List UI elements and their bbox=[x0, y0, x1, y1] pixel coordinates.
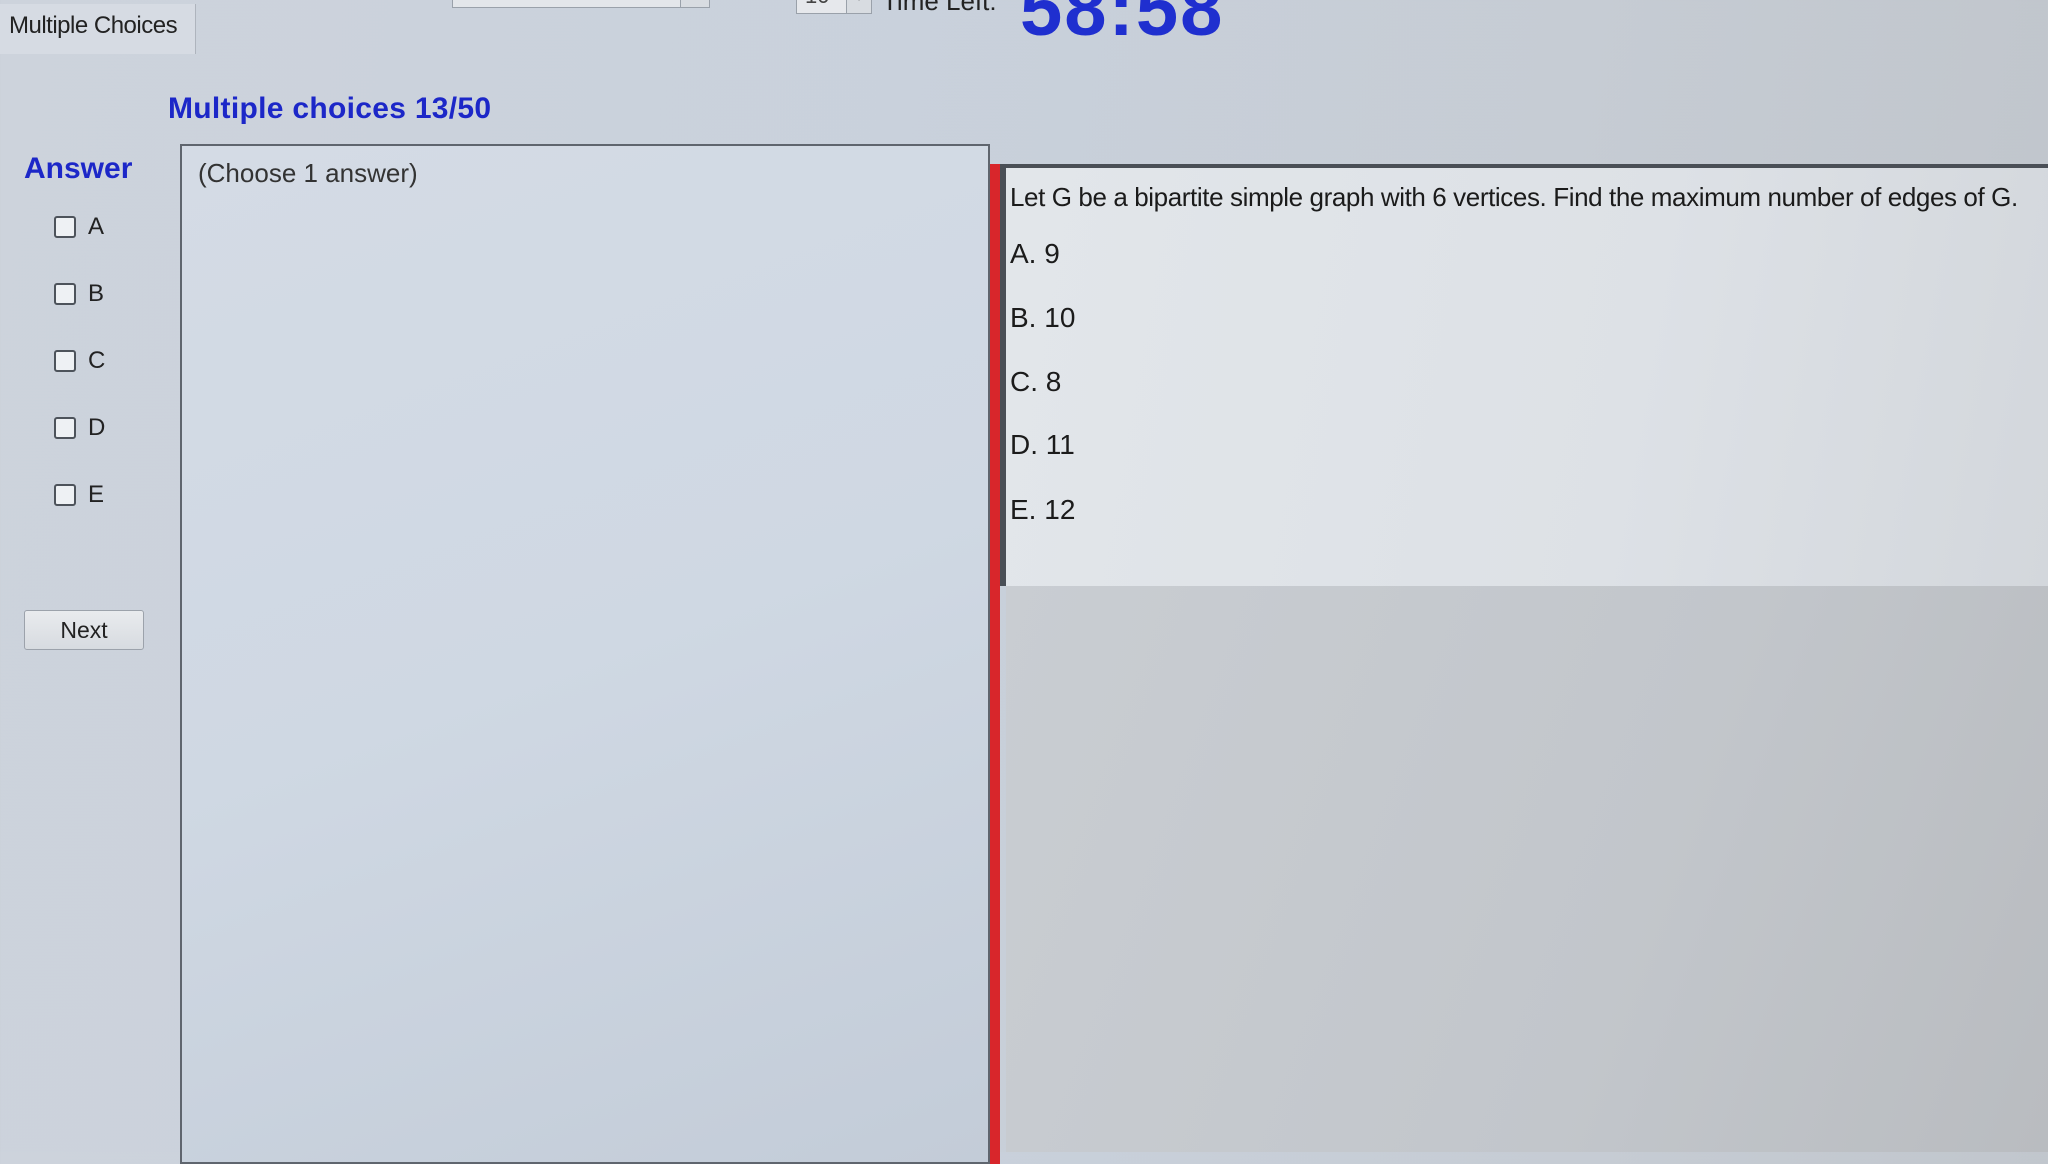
option-label: E bbox=[88, 481, 105, 508]
countdown-timer: 58:58 bbox=[1020, 0, 1225, 52]
choice-value: 9 bbox=[1044, 238, 1060, 269]
choice-value: 8 bbox=[1045, 366, 1062, 397]
option-b-checkbox[interactable]: B bbox=[54, 279, 104, 309]
choice-letter: C. bbox=[1010, 366, 1038, 397]
option-label: A bbox=[88, 213, 105, 240]
choice-e: E. 12 bbox=[1010, 494, 1075, 526]
answer-textbox[interactable]: (Choose 1 answer) bbox=[180, 144, 990, 1164]
option-label: B bbox=[88, 280, 105, 307]
option-d-checkbox[interactable]: D bbox=[54, 413, 105, 443]
font-size-value: 10 bbox=[805, 0, 829, 8]
checkbox-box[interactable] bbox=[54, 216, 76, 238]
choice-letter: A. bbox=[1010, 238, 1037, 269]
option-label: C bbox=[88, 347, 106, 374]
chevron-down-icon[interactable]: ▾ bbox=[846, 0, 871, 13]
answer-label: Answer bbox=[24, 152, 133, 185]
choice-value: 12 bbox=[1044, 494, 1076, 525]
question-text: Let G be a bipartite simple graph with 6… bbox=[1010, 182, 2018, 212]
choice-c: C. 8 bbox=[1010, 366, 1061, 398]
checkbox-box[interactable] bbox=[54, 484, 76, 506]
checkbox-box[interactable] bbox=[54, 283, 76, 305]
next-button[interactable]: Next bbox=[24, 610, 144, 650]
answer-hint: (Choose 1 answer) bbox=[198, 158, 418, 188]
page-title: Multiple choices 13/50 bbox=[168, 92, 492, 125]
choice-value: 11 bbox=[1045, 429, 1075, 460]
choice-value: 10 bbox=[1044, 302, 1076, 333]
tab-multiple-choices[interactable]: Multiple Choices bbox=[0, 4, 196, 54]
option-label: D bbox=[88, 414, 106, 441]
choice-letter: B. bbox=[1010, 302, 1037, 333]
choice-d: D. 11 bbox=[1010, 429, 1075, 461]
empty-content-area bbox=[1006, 586, 2048, 1152]
choice-letter: E. bbox=[1010, 494, 1037, 525]
option-c-checkbox[interactable]: C bbox=[54, 346, 105, 376]
top-combo-box[interactable] bbox=[452, 0, 710, 8]
option-a-checkbox[interactable]: A bbox=[54, 212, 104, 242]
choice-a: A. 9 bbox=[1010, 238, 1060, 270]
checkbox-box[interactable] bbox=[54, 417, 76, 439]
chevron-down-icon[interactable] bbox=[680, 0, 709, 7]
time-left-label: Time Left: bbox=[882, 0, 997, 16]
choice-b: B. 10 bbox=[1010, 302, 1075, 334]
panel-divider bbox=[990, 164, 1000, 1164]
question-panel: Let G be a bipartite simple graph with 6… bbox=[1000, 164, 2048, 586]
checkbox-box[interactable] bbox=[54, 350, 76, 372]
font-size-select[interactable]: 10 ▾ bbox=[796, 0, 872, 14]
tab-label: Multiple Choices bbox=[9, 12, 178, 39]
option-e-checkbox[interactable]: E bbox=[54, 480, 104, 510]
choice-letter: D. bbox=[1010, 429, 1038, 460]
